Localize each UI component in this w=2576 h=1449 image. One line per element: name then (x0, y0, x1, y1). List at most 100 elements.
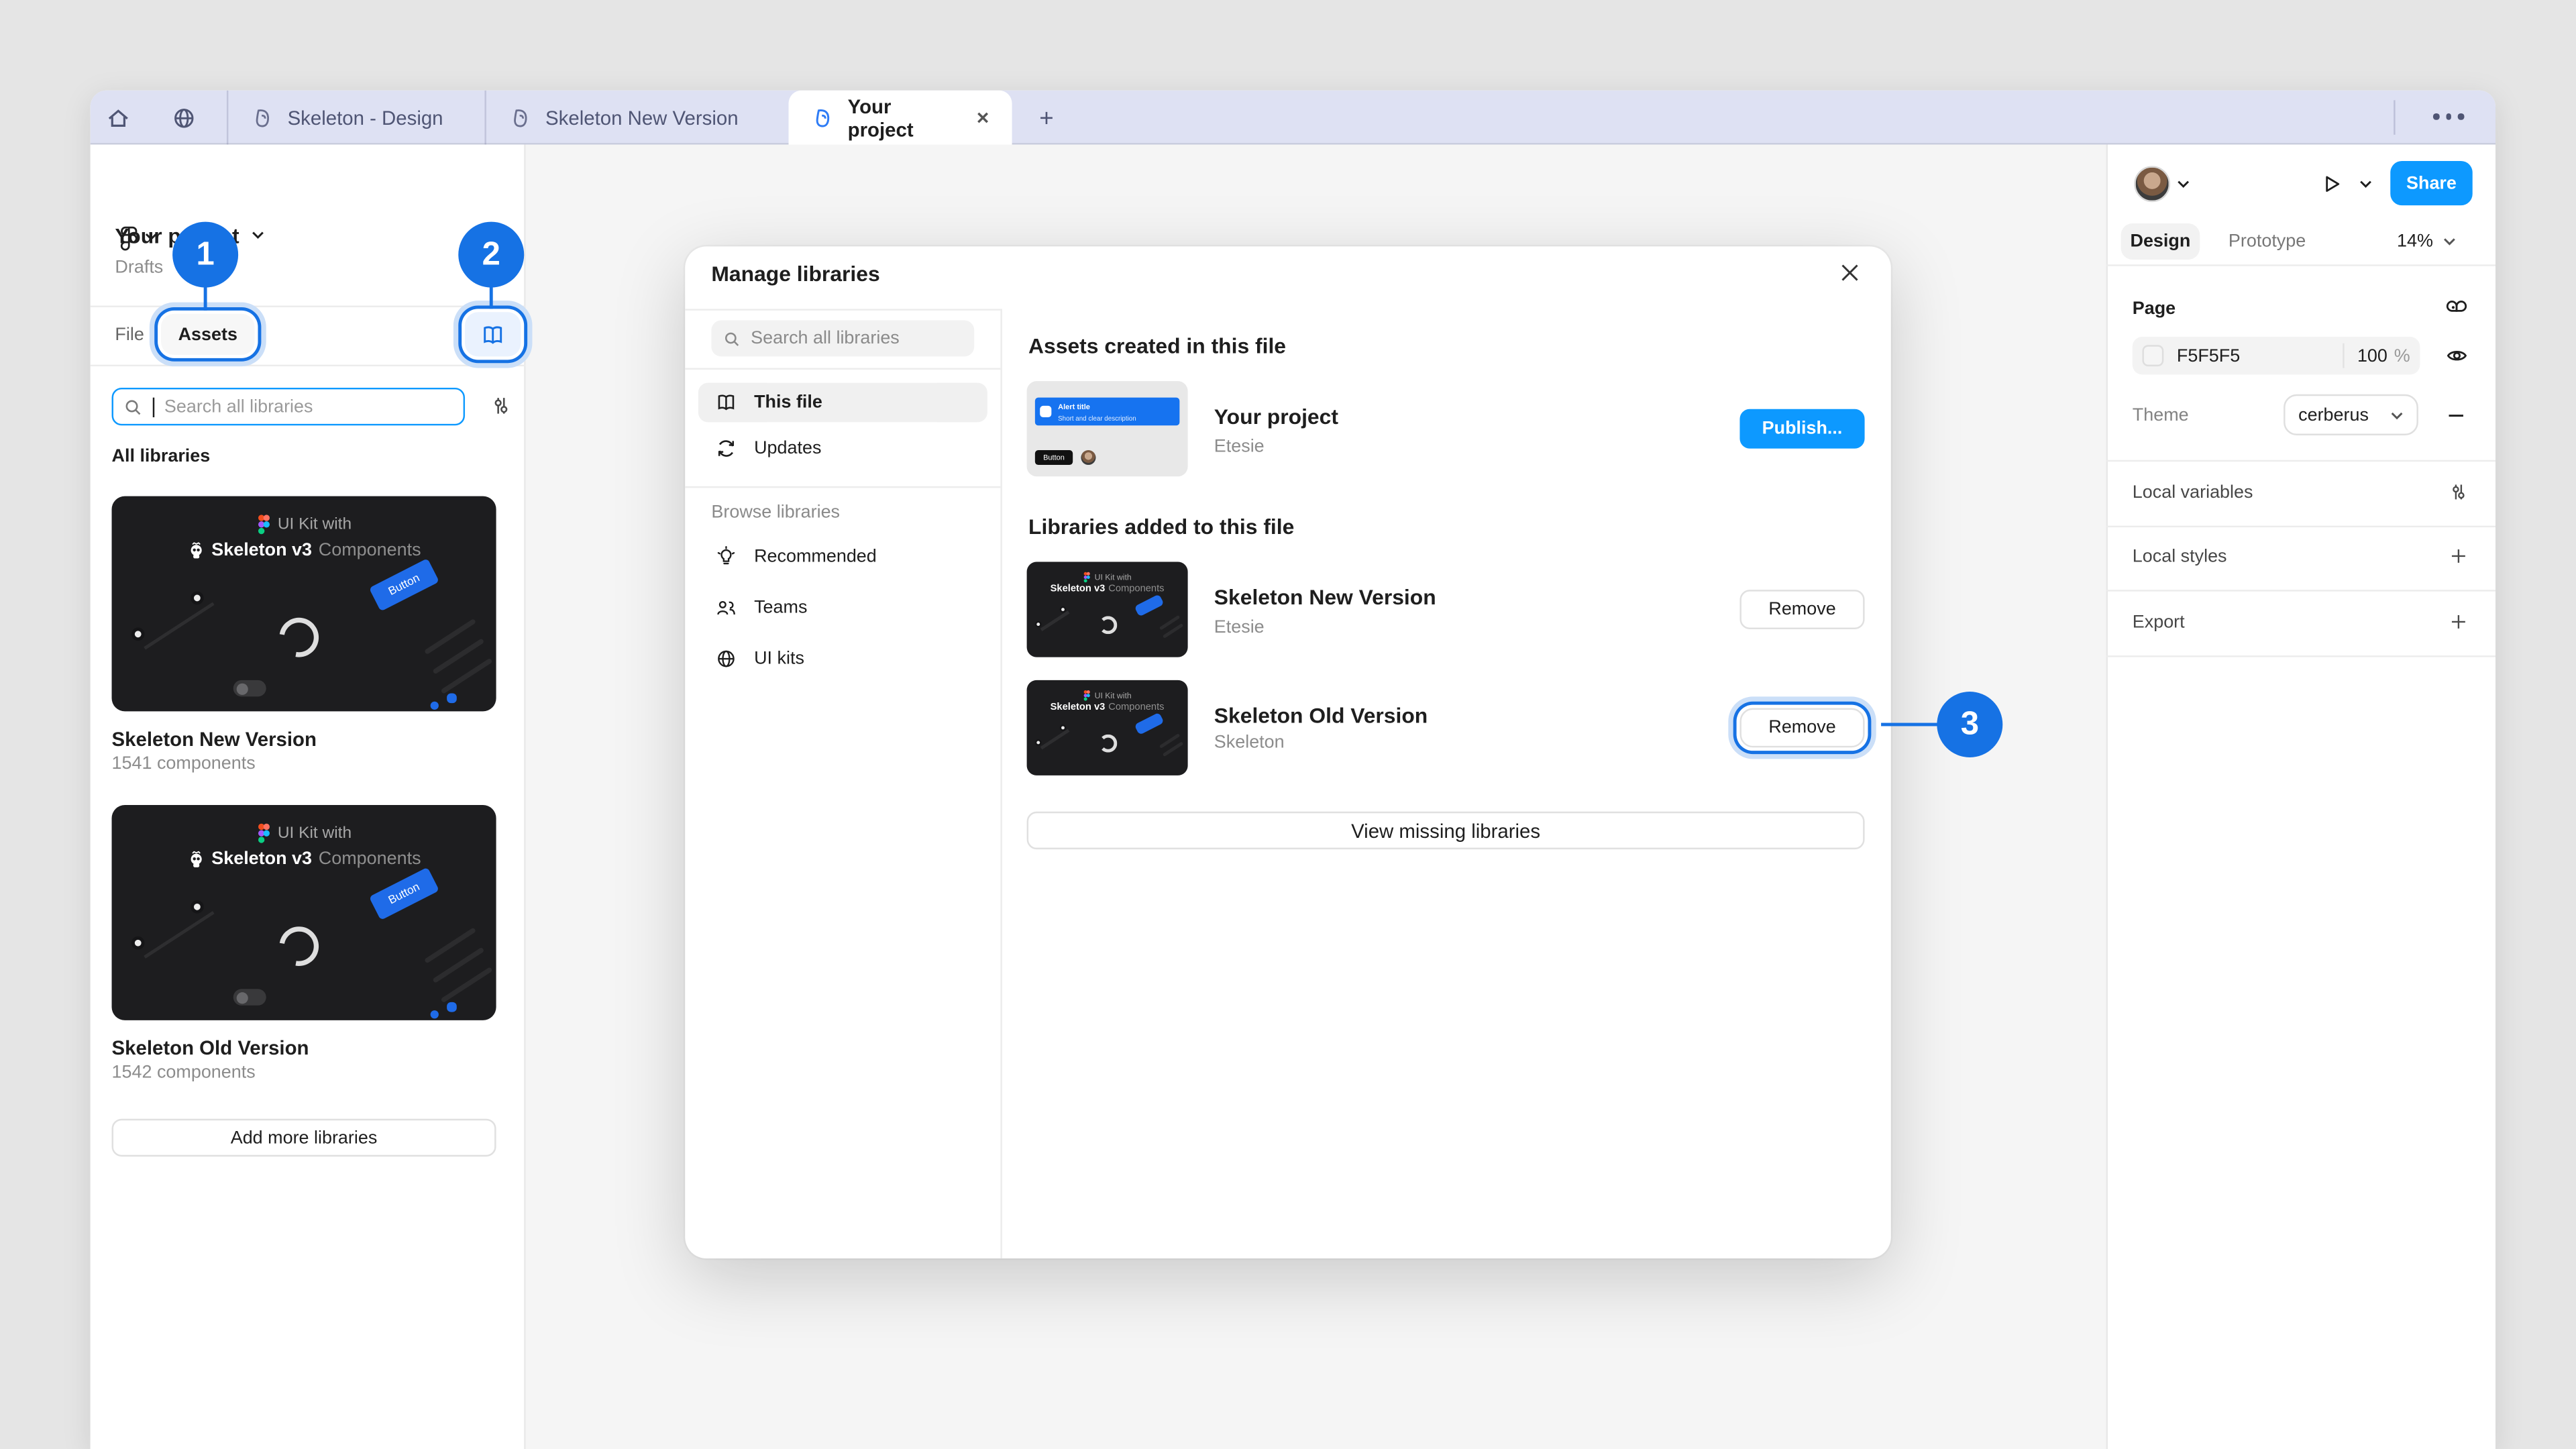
file-icon (812, 106, 835, 129)
tab-your-project[interactable]: Your project × (789, 91, 1012, 145)
opacity-unit: % (2394, 346, 2410, 366)
chevron-down-icon[interactable] (2177, 179, 2190, 189)
alert-title: Alert title (1058, 402, 1090, 410)
variables-filter-icon[interactable] (2447, 480, 2471, 504)
view-missing-libraries-button[interactable]: View missing libraries (1027, 812, 1865, 849)
nav-recommended[interactable]: Recommended (698, 537, 987, 577)
nav-ui-kits[interactable]: UI kits (698, 639, 987, 679)
remove-button-highlighted[interactable]: Remove (1739, 708, 1864, 748)
library-card-title[interactable]: Skeleton New Version (112, 728, 317, 751)
figma-app-window: Skeleton - Design Skeleton New Version Y… (91, 91, 2496, 1449)
thumb-line1: UI Kit with (112, 515, 496, 536)
alert-desc: Short and clear description (1058, 413, 1136, 421)
add-more-libraries-button[interactable]: Add more libraries (112, 1119, 496, 1157)
close-icon[interactable] (1835, 258, 1865, 287)
divider (2106, 590, 2496, 591)
search-icon (123, 396, 143, 416)
file-icon (252, 106, 274, 129)
divider (685, 486, 1000, 488)
file-asset-owner: Etesie (1214, 437, 1265, 456)
color-swatch[interactable] (2142, 345, 2163, 366)
chevron-down-icon[interactable] (2443, 237, 2457, 247)
chevron-down-icon[interactable] (2359, 179, 2373, 189)
nav-updates[interactable]: Updates (698, 429, 987, 468)
globe-icon[interactable] (169, 103, 197, 131)
text-cursor (153, 396, 154, 416)
page-section-label: Page (2133, 299, 2176, 319)
decor-knob (131, 936, 145, 950)
decor-slider (144, 911, 214, 959)
divider (2106, 526, 2496, 527)
publish-label: Publish... (1762, 419, 1843, 438)
tab-prototype[interactable]: Prototype (2220, 223, 2315, 260)
library-card-title[interactable]: Skeleton Old Version (112, 1036, 309, 1059)
dialog-search-input[interactable]: Search all libraries (711, 321, 974, 357)
nav-teams[interactable]: Teams (698, 588, 987, 628)
avatar[interactable] (2134, 166, 2170, 202)
tab-skeleton-new-version[interactable]: Skeleton New Version (484, 91, 788, 145)
decor-button-chip (1134, 712, 1165, 735)
add-style-icon[interactable] (2447, 544, 2471, 569)
tab-file[interactable]: File (115, 325, 144, 345)
nav-label: Teams (754, 598, 807, 617)
theme-dropdown[interactable]: cerberus (2284, 394, 2418, 435)
figma-color-logo-icon (256, 515, 271, 536)
decor-knob (1060, 724, 1067, 731)
close-tab-icon[interactable]: × (977, 105, 989, 130)
divider (91, 306, 526, 307)
minus-icon[interactable] (2443, 402, 2469, 429)
your-project-thumbnail: Alert title Short and clear description … (1027, 381, 1188, 476)
search-placeholder: Search all libraries (164, 396, 313, 416)
skull-icon (187, 850, 205, 868)
opacity-value[interactable]: 100 (2357, 346, 2387, 366)
publish-button[interactable]: Publish... (1739, 409, 1864, 449)
book-icon (714, 391, 737, 414)
lightbulb-icon (714, 545, 737, 568)
skull-icon (187, 541, 205, 559)
tab-skeleton-design[interactable]: Skeleton - Design (227, 91, 484, 145)
add-export-icon[interactable] (2447, 610, 2471, 635)
tab-assets[interactable]: Assets (161, 314, 255, 355)
divider (1000, 309, 1002, 1258)
remove-label: Remove (1768, 718, 1835, 737)
library-card-thumbnail[interactable]: UI Kit with Skeleton v3Components Button (112, 805, 496, 1020)
eye-icon[interactable] (2443, 341, 2471, 370)
view-missing-label: View missing libraries (1351, 819, 1540, 842)
manage-libraries-dialog: Manage libraries Search all libraries Th… (685, 246, 1891, 1258)
divider (2106, 460, 2496, 462)
play-icon[interactable] (2318, 171, 2345, 197)
remove-button[interactable]: Remove (1739, 590, 1864, 629)
library-card-meta: 1542 components (112, 1063, 256, 1082)
styles-icon[interactable] (2443, 294, 2469, 320)
tab-design[interactable]: Design (2121, 223, 2200, 260)
figma-color-logo-icon (256, 823, 271, 845)
decor-knob (191, 900, 204, 914)
chevron-down-icon[interactable] (252, 230, 265, 240)
more-icon[interactable] (2430, 113, 2467, 119)
alert-icon (1040, 406, 1051, 417)
libraries-book-icon[interactable] (465, 312, 521, 356)
decor-toggle (233, 680, 266, 696)
remove-label: Remove (1768, 600, 1835, 619)
share-button[interactable]: Share (2390, 161, 2472, 205)
avatar-decor (1081, 450, 1095, 465)
search-input[interactable]: Search all libraries (112, 388, 466, 425)
new-tab-icon[interactable]: + (1033, 105, 1059, 131)
library-row-owner: Skeleton (1214, 733, 1285, 752)
nav-this-file[interactable]: This file (698, 383, 987, 423)
refresh-icon (714, 437, 737, 460)
project-location: Drafts (115, 258, 163, 277)
annotation-stem (1881, 723, 1940, 727)
page-color-row[interactable]: F5F5F5 100 % (2133, 337, 2420, 374)
screen: Skeleton - Design Skeleton New Version Y… (0, 0, 2576, 1449)
zoom-level[interactable]: 14% (2397, 231, 2433, 251)
share-label: Share (2406, 173, 2457, 193)
color-hex-value[interactable]: F5F5F5 (2177, 346, 2329, 366)
library-card-thumbnail[interactable]: UI Kit with Skeleton v3Components Button (112, 496, 496, 712)
filter-icon[interactable] (488, 392, 514, 419)
library-row-title: Skeleton New Version (1214, 585, 1436, 610)
decor-spinner (272, 610, 327, 665)
home-icon[interactable] (103, 103, 131, 131)
chevron-down-icon (2390, 410, 2404, 420)
decor-radio (431, 1010, 439, 1018)
